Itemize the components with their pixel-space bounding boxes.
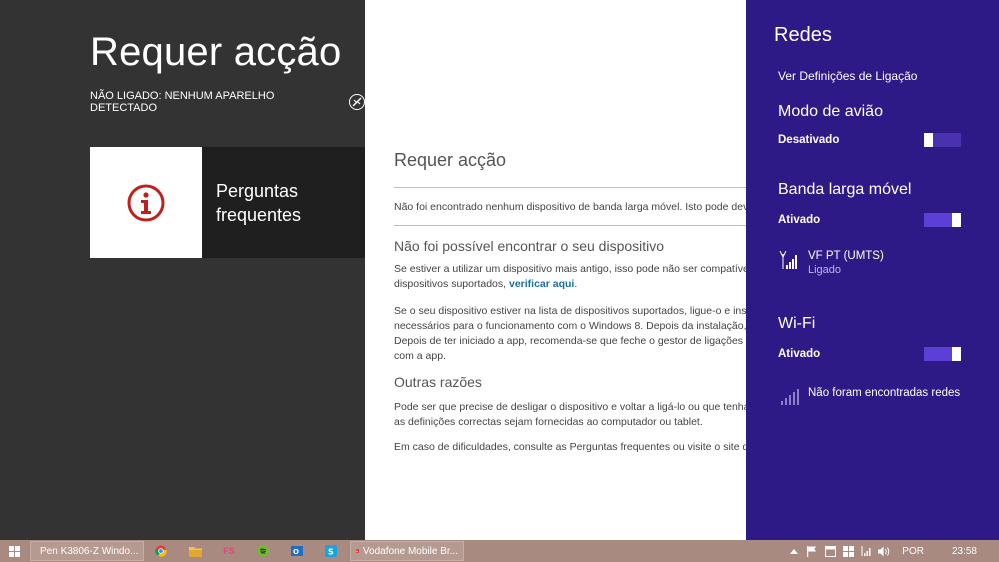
taskbar-fs-app[interactable]: FS <box>212 540 246 562</box>
taskbar-vodafone-window[interactable]: Vodafone Mobile Br... <box>350 541 464 561</box>
cellular-signal-icon <box>779 250 797 269</box>
faq-tile-icon-area <box>90 147 202 258</box>
networks-title: Redes <box>774 24 832 46</box>
wifi-title: Wi-Fi <box>778 315 816 332</box>
svg-text:O: O <box>293 548 299 556</box>
networks-pane: Redes Ver Definições de Ligação Modo de … <box>746 0 999 540</box>
content-pane: Requer acção Não foi encontrado nenhum d… <box>365 0 746 540</box>
mobile-broadband-title: Banda larga móvel <box>778 181 912 198</box>
text-span: . <box>574 278 578 290</box>
clock[interactable]: 23:58 <box>952 546 977 557</box>
skype-icon: S <box>325 545 337 557</box>
divider <box>394 225 746 226</box>
page-title: Requer acção <box>90 30 342 74</box>
toggle-thumb <box>952 213 961 227</box>
toggle-thumb <box>952 347 961 361</box>
divider <box>394 187 746 188</box>
view-connection-settings-link[interactable]: Ver Definições de Ligação <box>778 69 917 83</box>
taskbar-chrome[interactable] <box>144 540 178 562</box>
action-center-flag-icon[interactable] <box>806 545 818 557</box>
paragraph-line: com a app. <box>394 350 446 362</box>
paragraph-line: Pode ser que precise de desligar o dispo… <box>394 401 746 413</box>
faq-tile[interactable]: Perguntas frequentes <box>90 147 365 258</box>
airplane-mode-title: Modo de avião <box>778 103 883 120</box>
mobile-network-item[interactable]: VF PT (UMTS) Ligado <box>778 250 884 276</box>
wifi-state: Ativado <box>778 348 821 360</box>
start-button[interactable] <box>0 540 28 562</box>
mobile-broadband-toggle[interactable] <box>924 213 961 227</box>
mobile-broadband-state: Ativado <box>778 214 821 226</box>
language-indicator[interactable]: POR <box>902 546 924 557</box>
vodafone-app-icon <box>356 549 359 553</box>
airplane-mode-toggle[interactable] <box>924 133 961 147</box>
paragraph-line: Se estiver a utilizar um dispositivo mai… <box>394 263 746 275</box>
toggle-thumb <box>924 133 933 147</box>
mobile-network-details: VF PT (UMTS) Ligado <box>808 250 884 276</box>
intro-text: Não foi encontrado nenhum dispositivo de… <box>394 201 746 213</box>
paragraph-line: Em caso de dificuldades, consulte as Per… <box>394 441 746 453</box>
taskbar-file-explorer[interactable] <box>178 540 212 562</box>
paragraph-line: Depois de ter iniciado a app, recomenda-… <box>394 335 746 347</box>
verify-here-link[interactable]: verificar aqui <box>509 278 574 290</box>
wifi-signal-icon <box>781 389 799 405</box>
windows-logo-icon <box>8 545 20 557</box>
left-pane: Requer acção NÃO LIGADO: NENHUM APARELHO… <box>0 0 365 540</box>
spotify-icon <box>257 545 269 557</box>
paragraph-reconnect: Pode ser que precise de desligar o dispo… <box>394 400 746 430</box>
wifi-toggle[interactable] <box>924 347 961 361</box>
connection-status: NÃO LIGADO: NENHUM APARELHO DETECTADO <box>90 90 365 114</box>
outlook-icon: O <box>291 546 303 556</box>
mobile-network-tray-icon[interactable] <box>860 545 872 557</box>
windows-tray-icon[interactable] <box>842 545 854 557</box>
paragraph-line: necessários para o funcionamento com o W… <box>394 320 746 332</box>
airplane-mode-state: Desativado <box>778 134 840 146</box>
text-span: dispositivos suportados, <box>394 278 509 290</box>
disconnected-icon <box>349 94 365 110</box>
paragraph-line: as definições correctas sejam fornecidas… <box>394 416 703 428</box>
paragraph-compatibility: Se estiver a utilizar um dispositivo mai… <box>394 262 746 292</box>
info-icon <box>127 184 165 221</box>
mobile-network-name: VF PT (UMTS) <box>808 250 884 262</box>
wifi-no-networks-text: Não foram encontradas redes <box>808 387 961 399</box>
faq-tile-label: Perguntas frequentes <box>216 181 302 225</box>
taskbar-outlook[interactable]: O <box>280 540 314 562</box>
app-window-icon[interactable] <box>824 545 836 557</box>
paragraph-install: Se o seu dispositivo estiver na lista de… <box>394 304 746 364</box>
content-heading: Requer acção <box>394 150 507 170</box>
connection-status-text: NÃO LIGADO: NENHUM APARELHO DETECTADO <box>90 90 275 114</box>
taskbar-window-title: Pen K3806-Z Windo... <box>40 545 139 557</box>
taskbar-skype[interactable]: S <box>314 540 348 562</box>
svg-text:S: S <box>328 548 334 557</box>
taskbar: Pen K3806-Z Windo... FS O S Vodafone Mob… <box>0 540 999 562</box>
section-title-device: Não foi possível encontrar o seu disposi… <box>394 238 665 254</box>
taskbar-window-title: Vodafone Mobile Br... <box>362 545 458 557</box>
paragraph-line: dispositivos suportados, verificar aqui. <box>394 277 746 292</box>
section-title-other: Outras razões <box>394 374 482 390</box>
taskbar-firefox-window[interactable]: Pen K3806-Z Windo... <box>30 541 144 561</box>
volume-icon[interactable] <box>878 545 890 557</box>
system-tray: POR 23:58 <box>788 540 999 562</box>
folder-icon <box>188 546 202 557</box>
taskbar-spotify[interactable] <box>246 540 280 562</box>
fs-icon: FS <box>223 546 235 556</box>
paragraph-support: Em caso de dificuldades, consulte as Per… <box>394 440 746 455</box>
paragraph-line: Se o seu dispositivo estiver na lista de… <box>394 305 746 317</box>
chrome-icon <box>155 545 167 557</box>
show-hidden-icons-icon[interactable] <box>788 545 800 557</box>
content-article: Requer acção Não foi encontrado nenhum d… <box>394 150 746 455</box>
mobile-network-status: Ligado <box>808 264 842 276</box>
wifi-no-networks-item: Não foram encontradas redes <box>778 386 960 406</box>
